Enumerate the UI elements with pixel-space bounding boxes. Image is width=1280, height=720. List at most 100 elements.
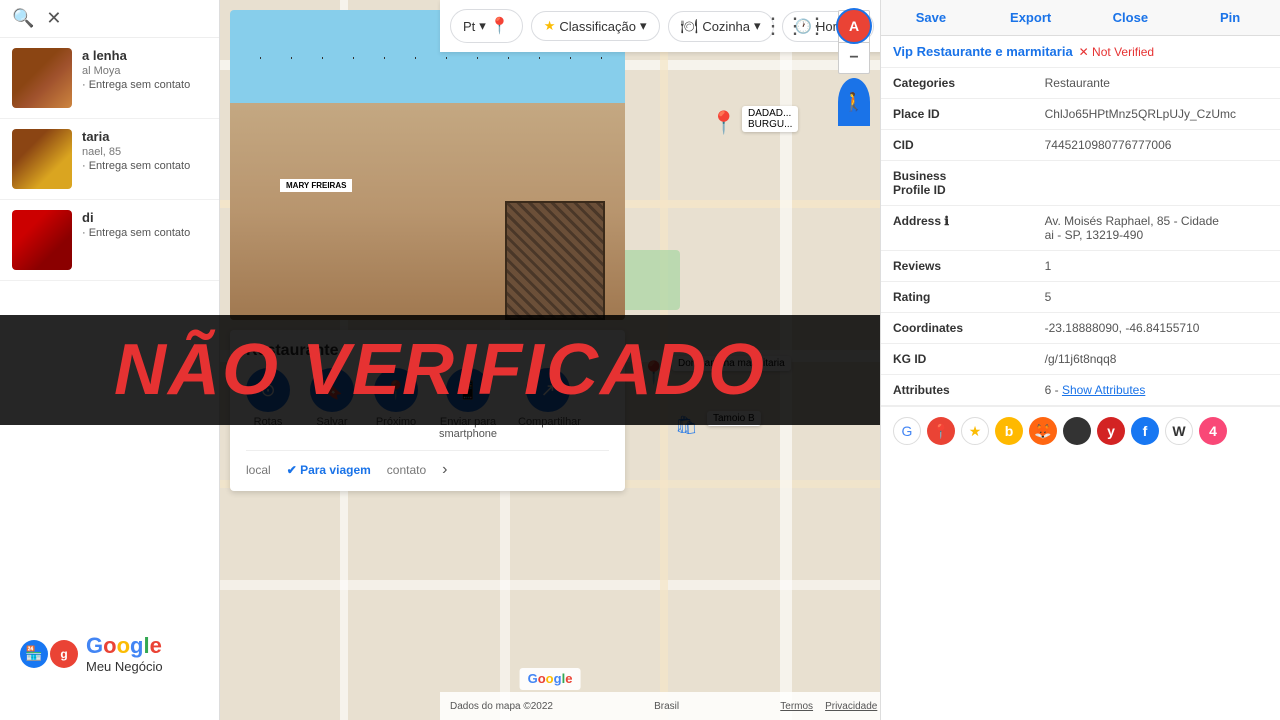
firefox-icon[interactable]: 🦊 <box>1029 417 1057 445</box>
table-row: Reviews 1 <box>881 251 1280 282</box>
item-thumbnail <box>12 210 72 270</box>
google-my-business-branding: 🏪 g Google Meu Negócio <box>10 627 210 680</box>
table-row: Attributes 6 - Show Attributes <box>881 375 1280 406</box>
list-item[interactable]: taria nael, 85 · Entrega sem contato <box>0 119 219 200</box>
item-desc: · Entrega sem contato <box>82 160 207 172</box>
sky-wires <box>230 57 625 59</box>
item-sub: nael, 85 <box>82 146 207 158</box>
save-button[interactable]: Save <box>881 0 981 35</box>
g-letter: G <box>86 633 103 658</box>
branding-text: Google Meu Negócio <box>86 633 163 674</box>
map-pin[interactable]: 📍 DADAD...BURGU... <box>710 110 737 136</box>
item-thumbnail <box>12 129 72 189</box>
show-attributes-link[interactable]: Show Attributes <box>1062 383 1145 397</box>
classificacao-filter[interactable]: ★ Classificação ▾ <box>531 11 660 41</box>
privacidade-link[interactable]: Privacidade <box>825 701 877 712</box>
label-business-profile-id: BusinessProfile ID <box>881 161 1033 206</box>
value-address: Av. Moisés Raphael, 85 - Cidadeai - SP, … <box>1033 206 1280 251</box>
google-maps-logo: Google <box>520 668 581 690</box>
table-row: BusinessProfile ID <box>881 161 1280 206</box>
item-sub: al Moya <box>82 65 207 77</box>
g2-letter: g <box>130 633 143 658</box>
panel-title-bar: Vip Restaurante e marmitaria ✕ Not Verif… <box>881 36 1280 68</box>
google-wordmark: Google <box>86 633 163 659</box>
map-footer: Dados do mapa ©2022 Brasil Termos Privac… <box>440 692 880 720</box>
nao-verificado-banner: NÃO VERIFICADO <box>0 315 880 425</box>
building-gate <box>505 201 605 320</box>
value-cid: 7445210980776777006 <box>1033 130 1280 161</box>
google-maps-icon[interactable]: 📍 <box>927 417 955 445</box>
close-button[interactable]: Close <box>1081 0 1181 35</box>
facebook-icon[interactable]: f <box>1131 417 1159 445</box>
item-desc: · Entrega sem contato <box>82 227 207 239</box>
list-item[interactable]: a lenha al Moya · Entrega sem contato <box>0 38 219 119</box>
tab-contato[interactable]: contato <box>387 463 426 477</box>
pin-label: DADAD...BURGU... <box>742 106 798 132</box>
pin-button[interactable]: Pin <box>1180 0 1280 35</box>
value-attributes: 6 - Show Attributes <box>1033 375 1280 406</box>
dropdown-arrow-icon: ▾ <box>479 18 486 34</box>
value-rating: 5 <box>1033 282 1280 313</box>
building-sign: MARY FREIRAS <box>280 179 352 192</box>
zoom-out-button[interactable]: − <box>838 42 870 74</box>
table-row: CID 7445210980776777006 <box>881 130 1280 161</box>
avatar[interactable]: A <box>836 8 872 44</box>
label-place-id: Place ID <box>881 99 1033 130</box>
o2-letter: o <box>117 633 130 658</box>
cozinha-filter[interactable]: 🍽 Cozinha ▾ <box>668 11 774 42</box>
value-kg-id: /g/11j6t8nqq8 <box>1033 344 1280 375</box>
bing-icon[interactable]: b <box>995 417 1023 445</box>
panel-place-name: Vip Restaurante e marmitaria <box>893 44 1073 59</box>
apple-maps-icon[interactable] <box>1063 417 1091 445</box>
yelp-icon[interactable]: y <box>1097 417 1125 445</box>
street-view-photo: MARY FREIRAS × <box>230 10 625 320</box>
chevron-right-icon: › <box>442 461 447 479</box>
item-thumbnail <box>12 48 72 108</box>
classificacao-label: Classificação <box>559 19 636 34</box>
item-name: taria <box>82 129 207 144</box>
table-row: Address ℹ Av. Moisés Raphael, 85 - Cidad… <box>881 206 1280 251</box>
panel-info-table: Categories Restaurante Place ID ChlJo65H… <box>881 68 1280 406</box>
foursquare-icon[interactable]: 4 <box>1199 417 1227 445</box>
label-categories: Categories <box>881 68 1033 99</box>
value-coordinates: -23.18888090, -46.84155710 <box>1033 313 1280 344</box>
item-name: a lenha <box>82 48 207 63</box>
reviews-star-icon[interactable]: ★ <box>961 417 989 445</box>
nao-verificado-text: NÃO VERIFICADO <box>114 329 766 411</box>
value-business-profile-id <box>1033 161 1280 206</box>
value-categories: Restaurante <box>1033 68 1280 99</box>
item-text: di · Entrega sem contato <box>82 210 207 239</box>
close-icon[interactable]: ✕ <box>46 8 61 29</box>
gmb-store-icon: 🏪 <box>20 640 48 668</box>
map-copyright: Dados do mapa ©2022 <box>450 701 553 712</box>
value-place-id: ChlJo65HPtMnz5QRLpUJy_CzUmc <box>1033 99 1280 130</box>
tab-local[interactable]: local <box>246 463 271 477</box>
dropdown-arrow-icon: ▾ <box>754 18 761 34</box>
google-apps-grid-icon[interactable]: ⋮⋮⋮ <box>762 13 828 39</box>
search-icon[interactable]: 🔍 <box>12 8 34 29</box>
pegman-button[interactable]: 🚶 <box>838 78 870 126</box>
table-row: Coordinates -23.18888090, -46.84155710 <box>881 313 1280 344</box>
gmb-g-icon: g <box>50 640 78 668</box>
list-item[interactable]: di · Entrega sem contato <box>0 200 219 281</box>
label-kg-id: KG ID <box>881 344 1033 375</box>
label-rating: Rating <box>881 282 1033 313</box>
tab-para-viagem[interactable]: ✔ Para viagem <box>287 463 371 477</box>
table-row: Place ID ChlJo65HPtMnz5QRLpUJy_CzUmc <box>881 99 1280 130</box>
table-row: KG ID /g/11j6t8nqq8 <box>881 344 1280 375</box>
termos-link[interactable]: Termos <box>780 701 813 712</box>
google-search-icon[interactable]: G <box>893 417 921 445</box>
map-country: Brasil <box>654 701 679 712</box>
wikipedia-icon[interactable]: W <box>1165 417 1193 445</box>
label-cid: CID <box>881 130 1033 161</box>
export-button[interactable]: Export <box>981 0 1081 35</box>
not-verified-badge: ✕ Not Verified <box>1079 45 1154 59</box>
cozinha-label: Cozinha <box>702 19 750 34</box>
item-text: taria nael, 85 · Entrega sem contato <box>82 129 207 172</box>
building-facade: MARY FREIRAS <box>230 103 625 320</box>
pt-filter-button[interactable]: Pt ▾ 📍 <box>450 9 523 43</box>
item-desc: · Entrega sem contato <box>82 79 207 91</box>
address-info-icon: ℹ <box>944 214 949 228</box>
dropdown-arrow-icon: ▾ <box>640 18 647 34</box>
location-pin-icon: 📍 <box>490 16 510 36</box>
